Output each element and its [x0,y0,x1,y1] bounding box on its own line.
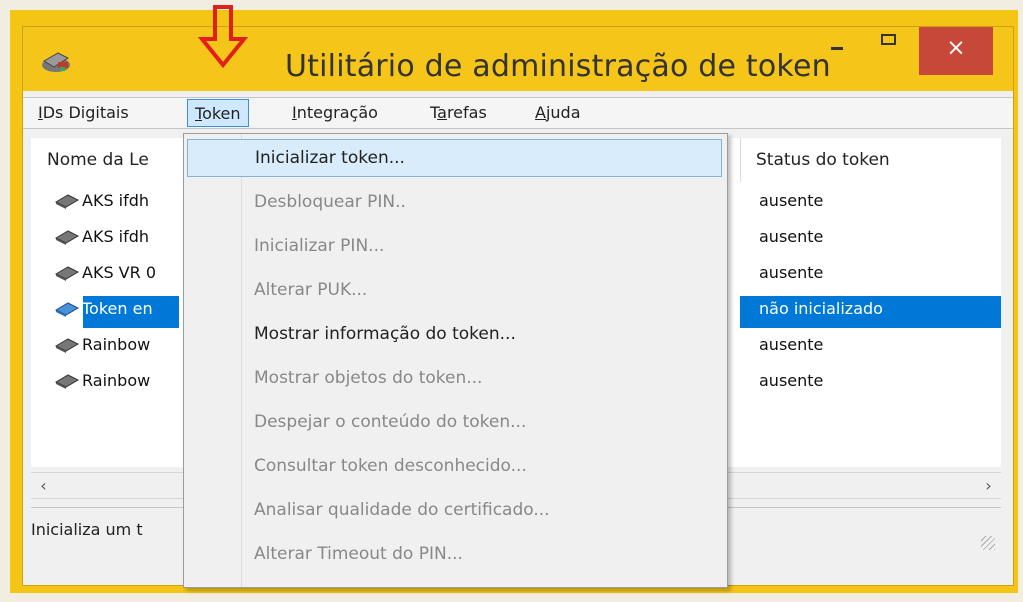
menu-ids-label: Ds Digitais [42,103,129,122]
status-text: Inicializa um t [31,520,143,539]
menu-item-label: Alterar Timeout do PIN... [254,544,463,564]
token-reader-icon [54,374,80,389]
menu-item-consultar-token[interactable]: Consultar token desconhecido... [187,447,722,485]
menu-item-mostrar-objetos[interactable]: Mostrar objetos do token... [187,359,722,397]
token-reader-icon [54,194,80,209]
menu-item-mostrar-informacao[interactable]: Mostrar informação do token... [187,315,722,353]
column-header-status[interactable]: Status do token [756,138,890,182]
menu-ajuda-access-key: A [535,103,546,122]
menu-tarefas-access-key: a [437,103,447,122]
menu-ids-digitais[interactable]: IDs Digitais [31,102,136,124]
token-reader-icon [54,266,80,281]
menu-item-label: Analisar qualidade do certificado... [254,500,550,520]
resize-grip-icon[interactable] [981,536,995,550]
token-status: não inicializado [759,299,883,318]
menu-item-label: Mostrar objetos do token... [254,368,483,388]
close-button[interactable]: × [919,27,993,75]
token-reader-icon [54,338,80,353]
token-status: ausente [759,191,824,210]
token-status: ausente [759,227,824,246]
menu-item-label: Alterar PUK... [254,280,368,300]
menu-item-despejar-conteudo[interactable]: Despejar o conteúdo do token... [187,403,722,441]
menu-ajuda-label: juda [545,103,581,122]
annotation-arrow-down-icon [198,5,248,69]
reader-name: AKS ifdh [82,227,150,246]
token-status: ausente [759,263,824,282]
menu-ajuda[interactable]: Ajuda [528,102,588,124]
maximize-button[interactable] [871,27,905,61]
reader-name: AKS VR 0 [82,263,157,282]
menu-integracao-label: ntegração [296,103,378,122]
scroll-right-icon[interactable]: › [976,473,1001,498]
reader-name: Rainbow [82,371,151,390]
menu-item-label: Despejar o conteúdo do token... [254,412,527,432]
maximize-icon [881,34,896,45]
column-header-name[interactable]: Nome da Le [47,138,149,182]
token-app-icon [42,52,70,72]
menu-token[interactable]: Token [187,99,249,127]
menu-item-label: Inicializar token... [255,148,405,168]
menu-item-inicializar-pin[interactable]: Inicializar PIN... [187,227,722,265]
menu-token-label: oken [202,104,241,123]
menu-item-alterar-puk[interactable]: Alterar PUK... [187,271,722,309]
token-reader-icon [54,230,80,245]
token-menu-dropdown: Inicializar token... Desbloquear PIN.. I… [183,133,728,588]
title-bar: Utilitário de administração de token × [23,27,1013,91]
window-title: Utilitário de administração de token [285,49,831,84]
menu-bar: IDs Digitais Token Integração Tarefas Aj… [23,97,1013,129]
minimize-button[interactable] [819,27,853,61]
menu-tarefas-label: refas [446,103,487,122]
reader-name: Token en [82,299,153,318]
column-divider[interactable] [739,138,741,182]
menu-integracao[interactable]: Integração [285,102,385,124]
menu-token-access-key: T [195,104,203,123]
menu-item-label: Consultar token desconhecido... [254,456,527,476]
minimize-icon [831,47,843,50]
menu-item-desbloquear-pin[interactable]: Desbloquear PIN.. [187,183,722,221]
token-reader-blue-icon [54,302,80,317]
menu-item-analisar-certificado[interactable]: Analisar qualidade do certificado... [187,491,722,529]
scroll-left-icon[interactable]: ‹ [31,473,56,498]
menu-item-inicializar-token[interactable]: Inicializar token... [187,139,722,177]
token-status: ausente [759,371,824,390]
menu-item-alterar-timeout[interactable]: Alterar Timeout do PIN... [187,535,722,573]
reader-name: AKS ifdh [82,191,150,210]
reader-name: Rainbow [82,335,151,354]
token-status: ausente [759,335,824,354]
menu-tarefas[interactable]: Tarefas [423,102,494,124]
menu-item-label: Inicializar PIN... [254,236,385,256]
menu-item-label: Desbloquear PIN.. [254,192,406,212]
menu-item-label: Mostrar informação do token... [254,324,516,344]
